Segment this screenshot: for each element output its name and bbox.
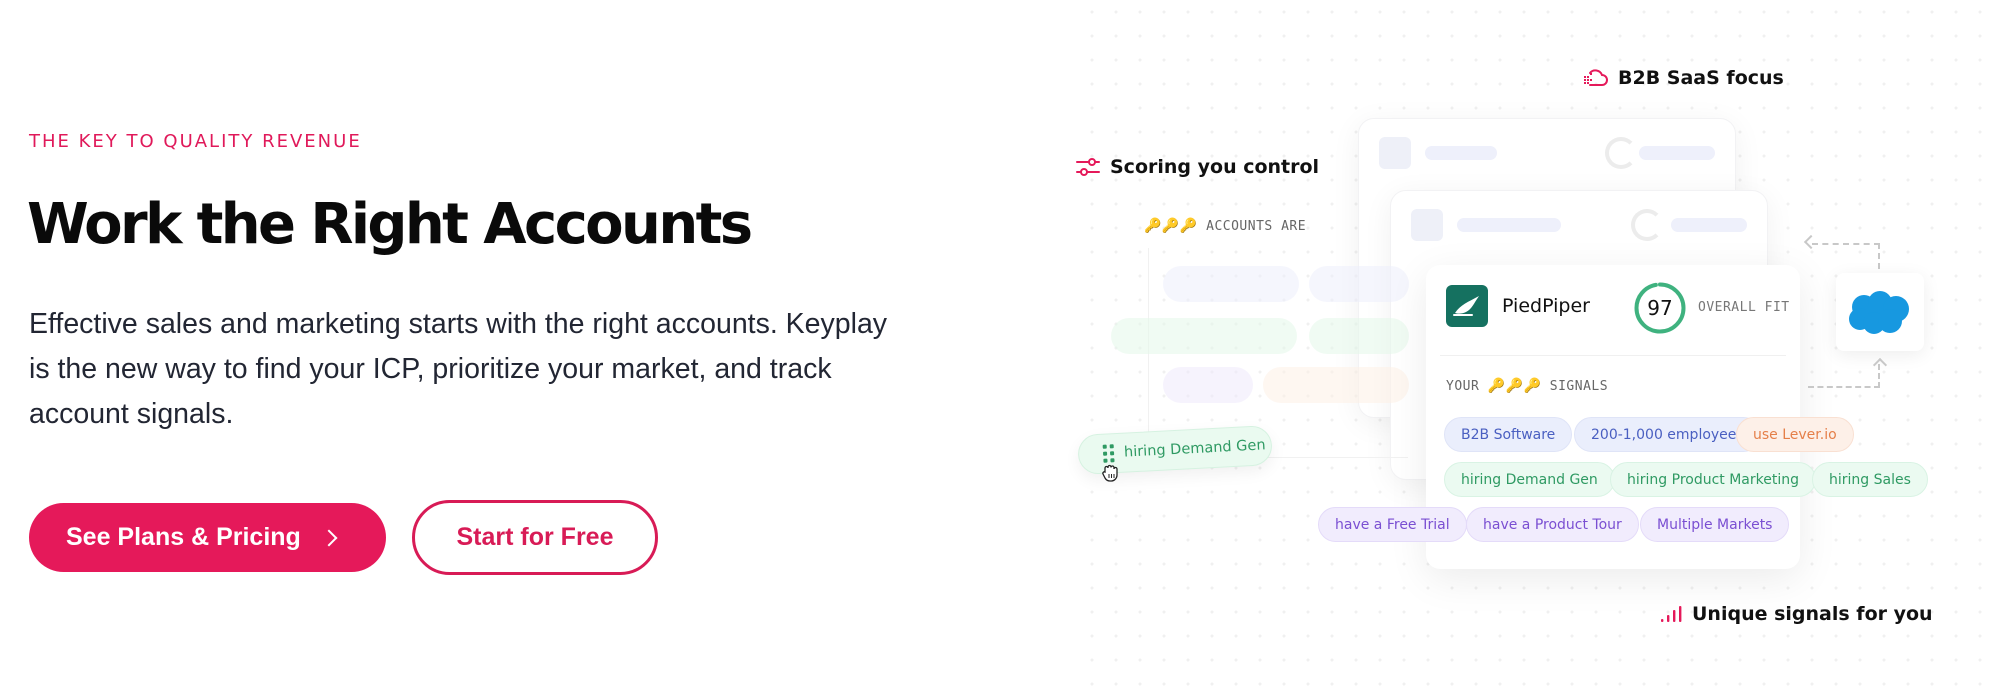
cloud-icon [1584, 69, 1608, 86]
signal-pill: have a Product Tour [1466, 507, 1639, 542]
piedpiper-logo-icon [1453, 296, 1479, 316]
sync-arrow-out [1812, 243, 1880, 269]
overall-fit-label: OVERALL FIT [1698, 300, 1790, 315]
dragged-signal-label: hiring Demand Gen [1123, 437, 1266, 461]
sync-arrow-in [1808, 364, 1880, 388]
start-for-free-label: Start for Free [456, 523, 614, 551]
salesforce-cloud-icon [1849, 291, 1909, 334]
see-plans-pricing-button[interactable]: See Plans & Pricing [29, 503, 386, 572]
signal-pill: hiring Product Marketing [1610, 462, 1816, 497]
accounts-criteria-panel [1111, 248, 1409, 458]
grab-cursor-icon [1102, 464, 1118, 482]
signal-pill: B2B Software [1444, 417, 1573, 452]
card-divider [1440, 355, 1786, 356]
key-icons: 🔑🔑🔑 [1144, 218, 1198, 234]
feature-b2b-saas: B2B SaaS focus [1582, 67, 1784, 89]
signal-pill: hiring Sales [1812, 462, 1928, 497]
chevron-right-icon [320, 529, 338, 546]
page-title: Work the Right Accounts [27, 192, 753, 257]
salesforce-integration [1836, 273, 1924, 351]
see-plans-pricing-label: See Plans & Pricing [66, 523, 301, 551]
hero-description: Effective sales and marketing starts wit… [29, 308, 888, 430]
drag-handle-icon[interactable] [1102, 444, 1115, 463]
signal-pill: have a Free Trial [1318, 507, 1467, 542]
sliders-icon [1076, 158, 1100, 176]
key-icons: 🔑🔑🔑 [1487, 378, 1542, 394]
signal-pill: 200-1,000 employees [1574, 417, 1761, 452]
company-logo [1446, 285, 1488, 327]
eyebrow-text: THE KEY TO QUALITY REVENUE [29, 131, 362, 152]
signal-pill: use Lever.io [1736, 417, 1854, 452]
feature-unique-signals: Unique signals for you [1660, 603, 1933, 625]
your-signals-label: YOUR 🔑🔑🔑 SIGNALS [1446, 378, 1609, 394]
accounts-are-label: 🔑🔑🔑 ACCOUNTS ARE [1144, 218, 1307, 234]
feature-scoring-label: Scoring you control [1110, 156, 1320, 178]
company-name: PiedPiper [1502, 295, 1590, 317]
feature-scoring: Scoring you control [1076, 156, 1319, 178]
overall-fit-score: 97 [1647, 296, 1673, 320]
feature-signals-label: Unique signals for you [1692, 603, 1933, 625]
start-for-free-button[interactable]: Start for Free [412, 500, 658, 575]
signal-bars-icon [1661, 606, 1682, 622]
signal-pill: Multiple Markets [1640, 507, 1790, 542]
feature-b2b-label: B2B SaaS focus [1618, 67, 1784, 89]
signal-pill: hiring Demand Gen [1444, 462, 1615, 497]
